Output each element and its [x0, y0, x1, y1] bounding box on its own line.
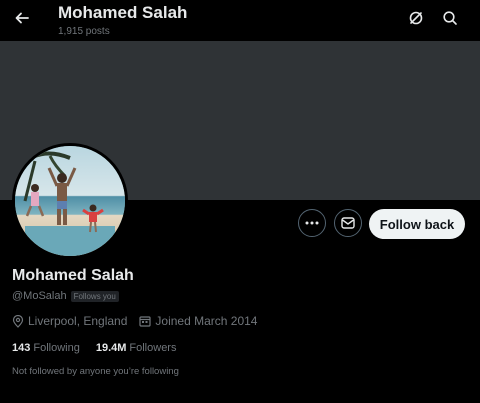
avatar[interactable] [12, 143, 128, 259]
calendar-icon [139, 316, 152, 327]
search-icon [443, 11, 457, 25]
followers-count: 19.4M [95, 342, 127, 354]
followed-by-note: Not followed by anyone you’re following [12, 366, 179, 377]
search-button[interactable] [438, 6, 462, 30]
arrow-left-icon [15, 12, 29, 24]
follow-back-button[interactable]: Follow back [369, 209, 465, 239]
profile-meta: Liverpool, England Joined March 2014 [12, 314, 257, 328]
top-header: Mohamed Salah 1,915 posts [0, 0, 480, 41]
location-icon [12, 314, 24, 328]
message-button[interactable] [334, 209, 362, 237]
profile-page: Mohamed Salah 1,915 posts Follow back Mo… [0, 0, 480, 403]
grok-button[interactable] [404, 6, 428, 30]
join-date-text: Joined March 2014 [155, 314, 258, 328]
posts-count: 1,915 posts [58, 26, 110, 37]
avatar-image [15, 146, 125, 256]
location: Liverpool, England [12, 314, 127, 328]
followers-label: Followers [129, 342, 177, 354]
following-label: Following [33, 342, 80, 354]
following-count: 143 [12, 342, 31, 354]
back-button[interactable] [8, 4, 36, 32]
join-date: Joined March 2014 [139, 314, 257, 328]
follow-stats: 143 Following 19.4M Followers [12, 342, 176, 354]
more-button[interactable] [298, 209, 326, 237]
header-title: Mohamed Salah [58, 3, 188, 22]
mail-icon [341, 217, 355, 229]
profile-handle: @MoSalah [12, 290, 67, 302]
more-icon [305, 221, 319, 225]
location-text: Liverpool, England [28, 314, 128, 328]
following-link[interactable]: 143 Following [12, 342, 80, 354]
grok-icon [409, 11, 423, 25]
followers-link[interactable]: 19.4M Followers [96, 342, 177, 354]
handle-row: @MoSalah Follows you [12, 290, 119, 302]
profile-name: Mohamed Salah [12, 267, 134, 284]
follows-you-badge: Follows you [70, 290, 119, 302]
